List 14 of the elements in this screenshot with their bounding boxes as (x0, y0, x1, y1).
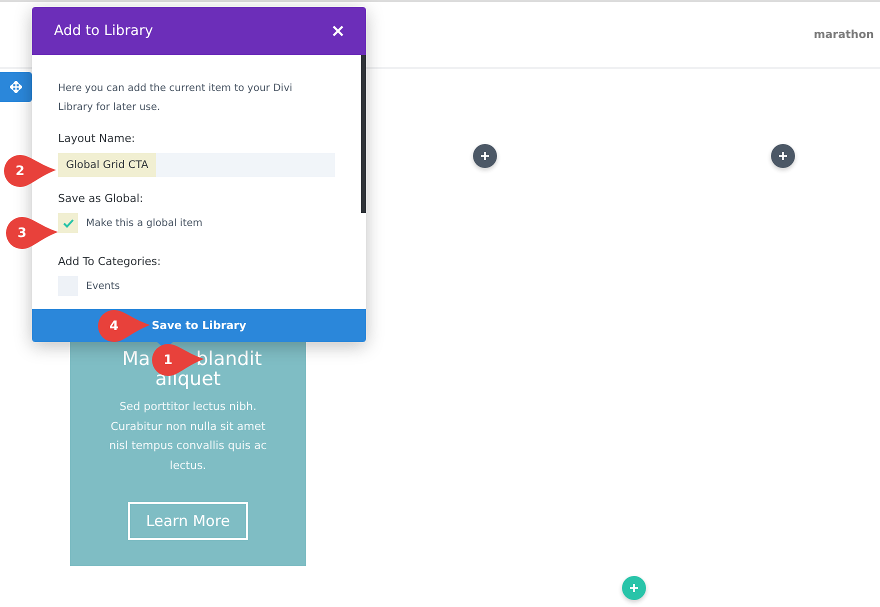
dialog-description: Here you can add the current item to your Divi Library for later use. (58, 82, 294, 115)
card-text: Sed porttitor lectus nibh. Curabitur non nulla sit amet nisl tempus convallis quis ac lectus. (108, 399, 268, 474)
dialog-title: Add to Library (54, 23, 154, 39)
checkbox-label: Events (86, 280, 120, 292)
card-title: blandit (196, 349, 262, 369)
step-callout-tooltip: 4 (96, 309, 152, 343)
step-callout-tooltip: 2 (2, 154, 58, 188)
field-label: Layout Name: (58, 132, 136, 145)
card-title: aliquet (155, 369, 221, 389)
step-callout-tooltip: 3 (4, 216, 60, 250)
field-label: Add To Categories: (58, 255, 162, 268)
checkbox-label: Make this a global item (86, 218, 203, 228)
field-label: Save as Global: (58, 192, 144, 205)
card-title: Ma (122, 349, 150, 369)
